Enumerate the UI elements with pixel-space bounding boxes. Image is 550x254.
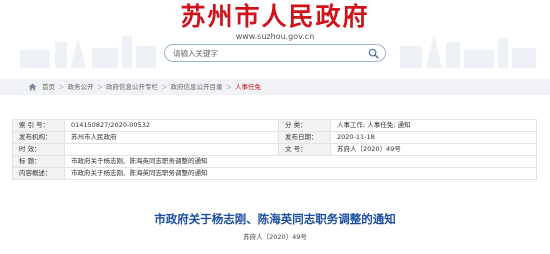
- date-label: 发布日期：: [278, 131, 331, 144]
- breadcrumb-home[interactable]: 首页: [42, 83, 55, 91]
- breadcrumb: 首页＞政务公开＞政府信息公开专栏＞政府信息公开目录＞人事任免: [0, 79, 550, 95]
- title-label: 标 题：: [12, 155, 65, 168]
- publisher-label: 发布机构：: [12, 131, 65, 144]
- summary-value: 市政府关于杨志刚、陈海英同志职务调整的通知: [64, 167, 537, 180]
- category-value: 人事工作; 人事任免; 通知: [330, 119, 537, 132]
- title-value: 市政府关于杨志刚、陈海英同志职务调整的通知: [64, 155, 537, 168]
- category-label: 分 类：: [278, 119, 331, 132]
- info-row: 内容概述： 市政府关于杨志刚、陈海英同志职务调整的通知: [12, 167, 537, 180]
- docno-label: 文 号：: [278, 143, 331, 156]
- site-title[interactable]: 苏州市人民政府: [0, 2, 550, 32]
- summary-label: 内容概述：: [12, 167, 65, 180]
- date-value: 2020-11-18: [330, 131, 537, 144]
- validity-value: [64, 143, 279, 156]
- info-row: 标 题： 市政府关于杨志刚、陈海英同志职务调整的通知: [12, 155, 537, 168]
- info-row: 发布机构： 苏州市人民政府 发布日期： 2020-11-18: [12, 131, 537, 144]
- document-info-table: 索 引 号： 014150827/2020-00532 分 类： 人事工作; 人…: [12, 119, 537, 180]
- breadcrumb-separator: ＞: [96, 83, 104, 91]
- article-doc-number: 苏府人〔2020〕49号: [243, 233, 307, 241]
- docno-value: 苏府人〔2020〕49号: [330, 143, 537, 156]
- publisher-value: 苏州市人民政府: [64, 131, 279, 144]
- breadcrumb-separator: ＞: [225, 83, 233, 91]
- breadcrumb-separator: ＞: [58, 83, 65, 91]
- breadcrumb-separator: ＞: [161, 83, 168, 91]
- search-input[interactable]: [173, 46, 353, 60]
- info-row: 时 效： 文 号： 苏府人〔2020〕49号: [12, 143, 537, 156]
- site-header: 苏州市人民政府 www.suzhou.gov.cn: [0, 0, 550, 68]
- breadcrumb-personnel[interactable]: 人事任免: [235, 83, 261, 91]
- home-icon: [28, 83, 37, 91]
- breadcrumb-info-column[interactable]: 政府信息公开专栏: [106, 83, 158, 91]
- article-title: 市政府关于杨志刚、陈海英同志职务调整的通知: [154, 212, 396, 226]
- breadcrumb-info-catalog[interactable]: 政府信息公开目录: [171, 83, 223, 91]
- site-url: www.suzhou.gov.cn: [235, 32, 315, 41]
- search-icon[interactable]: [368, 48, 379, 59]
- validity-label: 时 效：: [12, 143, 65, 156]
- index-value: 014150827/2020-00532: [64, 119, 279, 132]
- index-label: 索 引 号：: [12, 119, 65, 132]
- info-row: 索 引 号： 014150827/2020-00532 分 类： 人事工作; 人…: [12, 119, 537, 132]
- breadcrumb-government-affairs[interactable]: 政务公开: [68, 83, 94, 91]
- search-box: [164, 44, 386, 62]
